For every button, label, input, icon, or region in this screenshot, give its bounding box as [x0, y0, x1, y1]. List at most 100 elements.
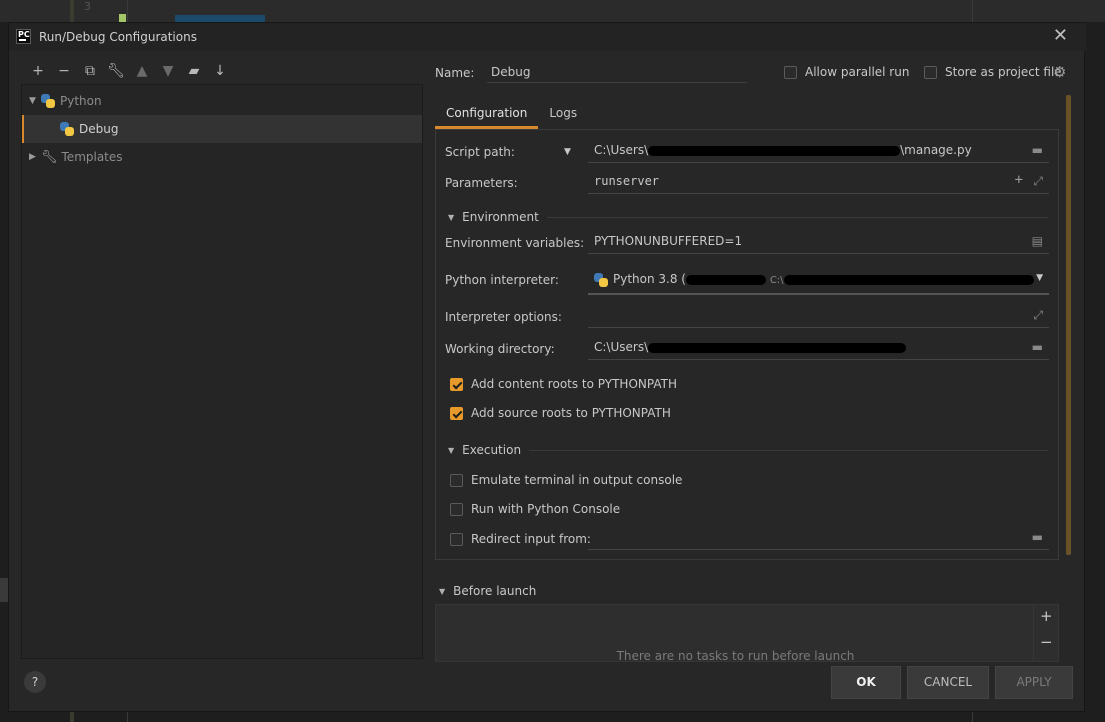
new-folder-icon[interactable]: ▰ [181, 61, 207, 81]
execution-section[interactable]: ▼ Execution [448, 443, 1048, 457]
redirect-input-checkbox[interactable]: Redirect input from: [450, 532, 591, 546]
parameters-label: Parameters: [445, 176, 518, 190]
checkbox-box[interactable] [450, 377, 463, 391]
change-marker [119, 14, 126, 22]
allow-parallel-label: Allow parallel run [805, 65, 910, 79]
tab-logs[interactable]: Logs [538, 99, 588, 129]
minus-icon[interactable]: − [1040, 633, 1053, 651]
checkbox-box[interactable] [450, 532, 463, 546]
folder-icon[interactable]: ▬ [1032, 340, 1043, 354]
dialog-title: Run/Debug Configurations [39, 30, 197, 44]
environment-section[interactable]: ▼ Environment [448, 210, 1048, 224]
gear-icon[interactable]: ⚙ [1053, 63, 1066, 81]
config-tabs: Configuration Logs [435, 99, 588, 129]
checkbox-box[interactable] [450, 406, 463, 420]
chevron-down-icon[interactable]: ▼ [439, 587, 445, 596]
add-source-roots-label: Add source roots to PYTHONPATH [471, 406, 671, 420]
tree-item-label: Python [60, 94, 102, 108]
tree-item-debug[interactable]: Debug [22, 115, 422, 143]
add-source-roots-checkbox[interactable]: Add source roots to PYTHONPATH [450, 406, 671, 420]
script-path-prefix: C:\Users\ [594, 143, 649, 157]
plus-icon[interactable]: + [25, 61, 51, 81]
editor-divider [127, 0, 128, 22]
configurations-toolbar: + − ⧉ 🔧︎ ▲ ▼ ▰ ↓ [25, 61, 233, 81]
interpreter-select[interactable]: Python 3.8 ( C:\ ▼ [588, 265, 1049, 295]
chevron-down-icon[interactable]: ▼ [29, 96, 39, 106]
before-launch-list: There are no tasks to run before launch [435, 604, 1034, 662]
minus-icon[interactable]: − [51, 61, 77, 81]
python-icon [60, 122, 74, 136]
chevron-right-icon[interactable]: ▶ [29, 152, 39, 162]
interpreter-options-input[interactable]: ⤢ [588, 304, 1049, 328]
execution-section-label: Execution [462, 443, 522, 457]
chevron-down-icon[interactable]: ▼ [448, 213, 454, 222]
folder-icon[interactable]: ▬ [1032, 143, 1043, 157]
redaction [648, 342, 907, 353]
checkbox-box[interactable] [924, 65, 937, 79]
configuration-panel: Script path: ▼ C:\Users\ \manage.py ▬ Par… [435, 129, 1059, 560]
editor-selection [175, 15, 265, 22]
interpreter-path: C:\ [769, 275, 784, 286]
chevron-down-icon[interactable]: ▼ [1036, 273, 1043, 283]
run-debug-dialog: PC Run/Debug Configurations ✕ + − ⧉ 🔧︎ ▲… [8, 22, 1086, 712]
redaction [648, 145, 901, 156]
run-python-console-checkbox[interactable]: Run with Python Console [450, 502, 620, 516]
env-vars-label: Environment variables: [445, 236, 585, 250]
document-icon[interactable]: ▤ [1032, 234, 1043, 248]
chevron-down-icon[interactable]: ▼ [564, 147, 571, 157]
env-vars-input[interactable]: PYTHONUNBUFFERED=1 ▤ [588, 230, 1049, 254]
tree-item-templates[interactable]: ▶ 🔧︎ Templates [22, 143, 422, 171]
redirect-input-field[interactable]: ▬ [588, 526, 1049, 550]
emulate-terminal-label: Emulate terminal in output console [471, 473, 683, 487]
pycharm-logo-text: PC [18, 30, 30, 39]
store-project-checkbox[interactable]: Store as project file [924, 65, 1062, 79]
configurations-tree: ▼ Python Debug ▶ 🔧︎ Templates [21, 84, 423, 659]
script-path-label: Script path: [445, 145, 515, 159]
python-icon [594, 272, 608, 287]
close-icon[interactable]: ✕ [1053, 27, 1068, 45]
scrollbar-thumb[interactable] [1066, 95, 1071, 555]
help-button[interactable]: ? [24, 671, 46, 693]
tree-item-python[interactable]: ▼ Python [22, 87, 422, 115]
editor-gutter [70, 0, 74, 22]
checkbox-box[interactable] [450, 502, 463, 516]
ok-button[interactable]: OK [831, 666, 901, 699]
parameters-input[interactable]: runserver + ⤢ [588, 170, 1049, 194]
before-launch-label: Before launch [453, 584, 537, 598]
plus-icon[interactable]: + [1040, 607, 1053, 625]
script-path-input[interactable]: C:\Users\ \manage.py ▬ [588, 139, 1049, 163]
redaction [783, 274, 1034, 285]
apply-button[interactable]: APPLY [995, 666, 1073, 699]
editor-margin-line [972, 0, 973, 22]
editor-side-tab [0, 578, 8, 602]
allow-parallel-checkbox[interactable]: Allow parallel run [784, 65, 909, 79]
tree-item-label: Templates [61, 150, 123, 164]
checkbox-box[interactable] [450, 473, 463, 487]
working-dir-input[interactable]: C:\Users\ ▬ [588, 336, 1049, 360]
expand-icon[interactable]: ⤢ [1033, 308, 1043, 323]
arrow-up-icon[interactable]: ▲ [129, 61, 155, 81]
copy-icon[interactable]: ⧉ [77, 61, 103, 81]
tab-configuration[interactable]: Configuration [435, 99, 539, 129]
name-input[interactable]: Debug [487, 61, 747, 83]
add-content-roots-checkbox[interactable]: Add content roots to PYTHONPATH [450, 377, 677, 391]
emulate-terminal-checkbox[interactable]: Emulate terminal in output console [450, 473, 682, 487]
arrow-down-icon[interactable]: ▼ [155, 61, 181, 81]
python-icon [41, 94, 55, 108]
plus-icon[interactable]: + [1015, 172, 1023, 188]
wrench-icon[interactable]: 🔧︎ [103, 61, 129, 81]
line-number: 3 [84, 0, 91, 13]
sort-icon[interactable]: ↓ [207, 61, 233, 81]
wrench-icon: 🔧︎ [41, 149, 58, 165]
folder-icon[interactable]: ▬ [1032, 530, 1043, 544]
checkbox-box[interactable] [784, 65, 797, 79]
before-launch-section[interactable]: ▼ Before launch [439, 584, 536, 598]
cancel-button[interactable]: CANCEL [907, 666, 989, 699]
env-vars-value: PYTHONUNBUFFERED=1 [594, 234, 743, 248]
interpreter-options-label: Interpreter options: [445, 310, 562, 324]
pycharm-logo-icon: PC [16, 29, 31, 44]
environment-section-label: Environment [462, 210, 539, 224]
expand-icon[interactable]: ⤢ [1033, 174, 1043, 189]
section-divider [546, 216, 1048, 218]
chevron-down-icon[interactable]: ▼ [448, 446, 454, 455]
